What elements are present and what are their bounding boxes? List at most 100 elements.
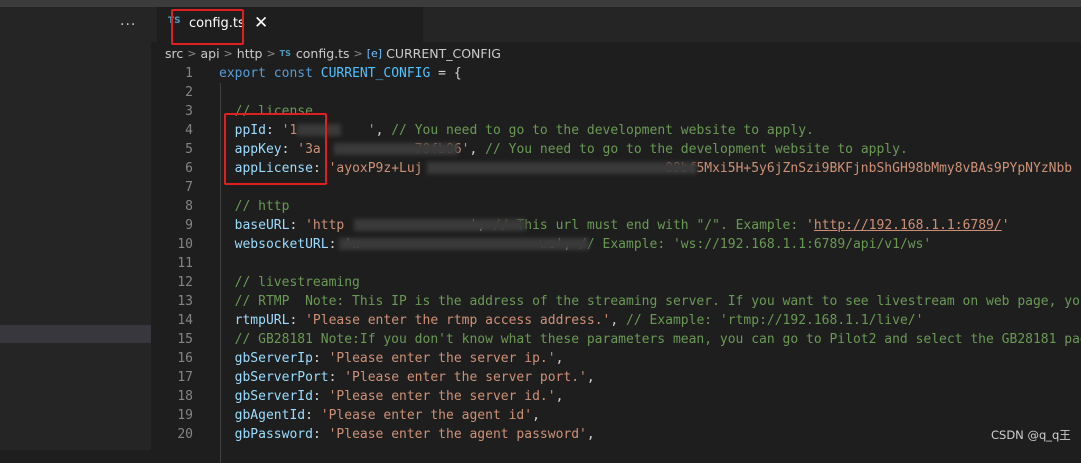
- code-token: gbServerPort: [234, 370, 329, 385]
- code-token: :: [312, 351, 329, 366]
- code-token: gbPassword: [234, 427, 313, 442]
- code-token: rtmpURL: [234, 313, 290, 328]
- code-line[interactable]: 19 gbAgentId: 'Please enter the agent id…: [151, 406, 1081, 425]
- code-token: 'Please enter the agent password': [328, 427, 587, 442]
- breadcrumb: src > api > http > TS config.ts > [e] CU…: [165, 44, 501, 62]
- code-token: // http: [219, 199, 290, 214]
- more-actions-icon[interactable]: ···: [120, 17, 136, 33]
- code-token: ,: [375, 123, 392, 138]
- code-line[interactable]: 20 gbPassword: 'Please enter the agent p…: [151, 425, 1081, 444]
- explorer-sidebar: ···: [0, 7, 151, 450]
- code-token: ': [1001, 218, 1010, 233]
- line-number: 1: [185, 66, 193, 81]
- code-token: gbAgentId: [234, 408, 306, 423]
- code-token: 'http: [305, 218, 345, 233]
- title-bar: [0, 0, 1081, 7]
- code-token: gbServerId: [234, 389, 313, 404]
- code-line[interactable]: 8 // http: [151, 197, 1081, 216]
- code-line[interactable]: 11: [151, 254, 1081, 273]
- breadcrumb-item-file[interactable]: config.ts: [296, 46, 350, 61]
- code-token: baseURL: [234, 218, 290, 233]
- code-token: http://192.168.1.1:6789/: [813, 218, 1002, 233]
- redacted-region: [354, 219, 526, 231]
- code-token: 'Please enter the server port.': [344, 370, 587, 385]
- line-number: 2: [185, 85, 193, 100]
- line-number: 9: [185, 218, 193, 233]
- code-token: ': [806, 218, 814, 233]
- code-line[interactable]: 13 // RTMP Note: This IP is the address …: [151, 292, 1081, 311]
- code-token: ,: [586, 427, 595, 442]
- redacted-region: [339, 238, 589, 250]
- annotation-box-license-keys: [224, 113, 327, 185]
- line-number: 15: [177, 332, 193, 347]
- code-token: :: [305, 408, 321, 423]
- line-number: 13: [177, 294, 193, 309]
- line-number: 8: [185, 199, 193, 214]
- line-number: 20: [177, 427, 193, 442]
- code-token: ,: [555, 389, 564, 404]
- chevron-right-icon: >: [187, 46, 197, 60]
- code-line[interactable]: 16 gbServerIp: 'Please enter the server …: [151, 349, 1081, 368]
- code-token: websocketURL: [234, 237, 329, 252]
- line-number: 6: [185, 161, 193, 176]
- watermark: CSDN @q_q王: [991, 428, 1071, 442]
- code-line[interactable]: 15 // GB28181 Note:If you don't know wha…: [151, 330, 1081, 349]
- code-line[interactable]: 2: [151, 83, 1081, 102]
- tab-strip: TS config.ts ✕: [151, 7, 1081, 42]
- code-line[interactable]: 12 // livestreaming: [151, 273, 1081, 292]
- code-token: // GB28181 Note:If you don't know what t…: [219, 332, 1081, 347]
- line-number: 16: [177, 351, 193, 366]
- line-number: 7: [185, 180, 193, 195]
- code-line[interactable]: 18 gbServerId: 'Please enter the server …: [151, 387, 1081, 406]
- code-token: ,: [555, 351, 564, 366]
- code-token: // This url must end with "/". Example:: [492, 218, 807, 233]
- code-line[interactable]: 17 gbServerPort: 'Please enter the serve…: [151, 368, 1081, 387]
- code-token: 'Please enter the server ip.': [328, 351, 556, 366]
- code-token: ,: [610, 313, 627, 328]
- code-token: :: [312, 427, 329, 442]
- breadcrumb-item-symbol[interactable]: CURRENT_CONFIG: [386, 46, 501, 61]
- line-number: 12: [177, 275, 193, 290]
- chevron-right-icon: >: [223, 46, 233, 60]
- annotation-box-tab: [171, 9, 244, 45]
- chevron-right-icon: >: [266, 46, 276, 60]
- code-token: = {: [430, 66, 462, 81]
- line-number: 5: [185, 142, 193, 157]
- code-token: 'Please enter the agent id': [320, 408, 533, 423]
- line-number: 3: [185, 104, 193, 119]
- code-token: :: [289, 218, 306, 233]
- code-line[interactable]: 10 websocketURL: 'w ws', // Example: 'ws…: [151, 235, 1081, 254]
- line-number: 17: [177, 370, 193, 385]
- code-token: CURRENT_CONFIG: [320, 66, 431, 81]
- code-token: gbServerIp: [234, 351, 313, 366]
- line-number: 18: [177, 389, 193, 404]
- breadcrumb-item-src[interactable]: src: [165, 46, 183, 61]
- code-token: ,: [586, 370, 595, 385]
- line-number: 10: [177, 237, 193, 252]
- code-token: 'Please enter the rtmp access address.': [305, 313, 611, 328]
- chevron-right-icon: >: [353, 46, 363, 60]
- code-line[interactable]: 14 rtmpURL: 'Please enter the rtmp acces…: [151, 311, 1081, 330]
- line-number: 11: [177, 256, 193, 271]
- code-token: const: [273, 66, 313, 81]
- code-line[interactable]: 9 baseURL: 'http ', // This url must end…: [151, 216, 1081, 235]
- code-token: // Example: 'rtmp://192.168.1.1/live/': [626, 313, 924, 328]
- code-line[interactable]: 1 export const CURRENT_CONFIG = {: [151, 64, 1081, 83]
- code-token: 'Please enter the server id.': [328, 389, 556, 404]
- code-token: // Example: 'ws://192.168.1.1:6789/api/v…: [579, 237, 932, 252]
- selected-explorer-row[interactable]: [0, 325, 151, 343]
- code-token: // RTMP Note: This IP is the address of …: [219, 294, 1081, 309]
- code-token: :: [312, 389, 329, 404]
- line-number: 19: [177, 408, 193, 423]
- close-icon[interactable]: ✕: [254, 13, 268, 33]
- breadcrumb-item-api[interactable]: api: [200, 46, 219, 61]
- breadcrumb-item-http[interactable]: http: [237, 46, 263, 61]
